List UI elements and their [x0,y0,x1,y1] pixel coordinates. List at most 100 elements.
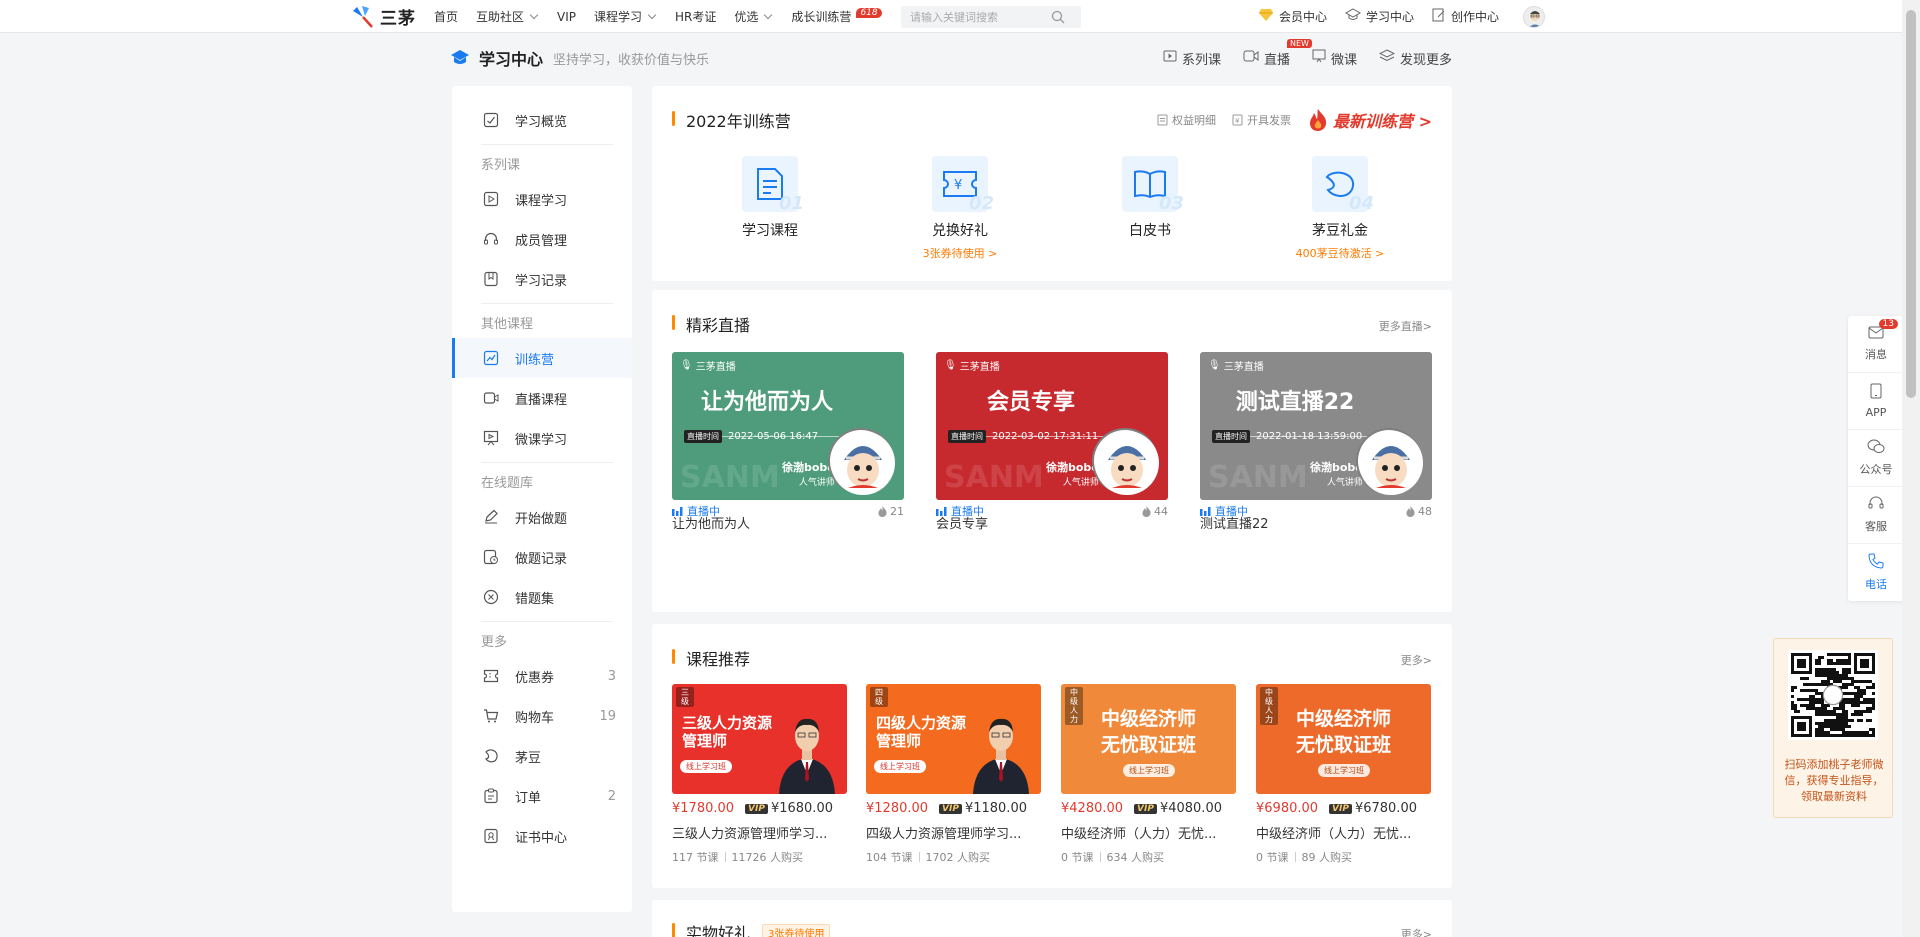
logo[interactable]: 三茅 [350,3,416,29]
fire-icon [1310,109,1327,131]
search-icon[interactable] [1051,10,1065,24]
live-thumbnail[interactable]: 🎙 三茅直播 让为他而为人 直播时间 2022-05-06 16:47 SANM 徐… [672,352,904,500]
feature-sub-link[interactable]: 400茅豆待激活 > [1280,245,1400,261]
live-status[interactable]: 直播中 [1200,503,1248,519]
sidebar-item[interactable]: 茅豆 [452,736,632,776]
float-item[interactable]: 电话 [1848,544,1904,601]
live-status[interactable]: 直播中 [936,503,984,519]
more-gifts-link[interactable]: 更多> [1401,926,1432,937]
course-name[interactable]: 中级经济师（人力）无忧... [1061,823,1236,842]
invoice-link[interactable]: ¥ 开具发票 [1232,112,1291,128]
camp-feature[interactable]: 03 白皮书 [1090,156,1210,240]
course-thumbnail[interactable]: 四级 四级人力资源 管理师 线上学习班 [866,684,1041,794]
feature-sub-link[interactable]: 3张券待使用 > [900,245,1020,261]
course-title: 课程推荐 [672,646,750,670]
sidebar-item[interactable]: 训练营 [452,338,632,378]
course-recommend-card: 课程推荐 更多> 三级 三级人力资源 管理师 线上学习班 ¥1780.00 VIP ¥… [652,624,1452,888]
sidebar-item[interactable]: 优惠券 3 [452,656,632,696]
top-link-label: 创作中心 [1451,10,1500,24]
sidebar-item-label: 茅豆 [515,750,542,766]
user-links: 会员中心 学习中心 创作中心 [1258,0,1546,33]
live-time: 直播时间 2022-01-18 13:59:00 [1212,430,1362,443]
course-thumbnail[interactable]: 三级 三级人力资源 管理师 线上学习班 [672,684,847,794]
nav-link[interactable]: VIP [557,10,576,24]
course-item[interactable]: 四级 四级人力资源 管理师 线上学习班 ¥1280.00 VIP ¥1180.00 四… [866,684,1041,865]
sidebar-item[interactable]: 订单 2 [452,776,632,816]
sidebar-item-label: 成员管理 [515,233,568,249]
sidebar-item[interactable]: 证书中心 [452,816,632,856]
sidebar-item[interactable]: 学习记录 [452,259,632,299]
subheader-link[interactable]: 系列课 [1163,49,1221,68]
subheader-link[interactable]: 微课 [1312,49,1357,68]
float-item[interactable]: 公众号 [1848,430,1904,487]
course-name[interactable]: 中级经济师（人力）无忧... [1256,823,1431,842]
course-item[interactable]: 三级 三级人力资源 管理师 线上学习班 ¥1780.00 VIP ¥1680.00 三… [672,684,847,865]
watermark: SANM [1208,460,1308,495]
search-box[interactable] [901,6,1081,28]
divider [481,621,613,622]
nav-link[interactable]: 成长训练营 618 [791,7,882,25]
headset-icon [1868,496,1884,514]
search-input[interactable] [901,10,1051,24]
sidebar-item-label: 训练营 [515,352,555,368]
course-item[interactable]: 中级人力 中级经济师 无忧取证班 线上学习班 ¥4280.00 VIP ¥4080.0… [1061,684,1236,865]
course-price: ¥1280.00 VIP ¥1180.00 [866,801,1027,816]
course-item[interactable]: 中级人力 中级经济师 无忧取证班 线上学习班 ¥6980.00 VIP ¥6780.0… [1256,684,1431,865]
live-thumbnail[interactable]: 🎙 三茅直播 测试直播22 直播时间 2022-01-18 13:59:00 SAN… [1200,352,1432,500]
live-heat: 21 [878,503,904,519]
nav-link[interactable]: 优选 [734,8,773,25]
qr-code[interactable] [1788,650,1878,740]
sidebar-item[interactable]: 微课学习 [452,418,632,458]
sidebar-item[interactable]: 课程学习 [452,179,632,219]
sidebar-item-label: 证书中心 [515,830,568,846]
avatar[interactable] [1523,5,1546,28]
top-link[interactable]: 学习中心 [1345,8,1414,25]
feature-number: 02 [968,193,994,214]
live-status[interactable]: 直播中 [672,503,720,519]
more-live-link[interactable]: 更多直播> [1379,318,1432,334]
top-link[interactable]: 会员中心 [1258,8,1327,25]
sidebar-item[interactable]: 直播课程 [452,378,632,418]
float-item-label: APP [1865,406,1887,419]
sidebar-item-overview[interactable]: 学习概览 [452,100,632,140]
more-courses-link[interactable]: 更多> [1401,652,1432,668]
camp-feature[interactable]: ¥02 兑换好礼 3张券待使用 > [900,156,1020,261]
live-thumbnail[interactable]: 🎙 三茅直播 会员专享 直播时间 2022-03-02 17:31:11 SANM … [936,352,1168,500]
sidebar-item[interactable]: 购物车 19 [452,696,632,736]
nav-link[interactable]: 首页 [434,8,458,25]
chevron-down-icon [529,10,539,20]
divider [481,144,613,145]
camera-icon [483,390,499,406]
feature-number: 01 [778,193,804,214]
page-scrollbar[interactable] [1902,0,1920,937]
coupon-icon [483,668,499,684]
float-item[interactable]: APP [1848,373,1904,430]
float-item[interactable]: 客服 [1848,487,1904,544]
sidebar-item[interactable]: 做题记录 [452,537,632,577]
float-item[interactable]: 消息 13 [1848,316,1904,373]
nav-link[interactable]: 课程学习 [594,8,657,25]
camp-feature[interactable]: 01 学习课程 [710,156,830,240]
nav-link[interactable]: 互助社区 [476,8,539,25]
benefits-link[interactable]: 权益明细 [1157,112,1216,128]
course-name[interactable]: 四级人力资源管理师学习... [866,823,1041,842]
sidebar-item-label: 学习概览 [515,114,568,130]
feature-number: 03 [1158,193,1184,214]
sidebar-item-label: 购物车 [515,710,555,726]
course-thumbnail[interactable]: 中级人力 中级经济师 无忧取证班 线上学习班 [1061,684,1236,794]
camp-feature[interactable]: 04 茅豆礼金 400茅豆待激活 > [1280,156,1400,261]
top-link[interactable]: 创作中心 [1432,8,1499,25]
course-thumbnail[interactable]: 中级人力 中级经济师 无忧取证班 线上学习班 [1256,684,1431,794]
subheader-link[interactable]: 直播 NEW [1243,38,1312,68]
nav-link[interactable]: HR考证 [675,8,716,25]
main-nav: 首页 互助社区 VIP 课程学习 HR考证 优选 成长训练营 618 [434,0,882,33]
newest-camp-link[interactable]: 最新训练营 > [1307,108,1432,132]
scrollbar-thumb[interactable] [1906,10,1916,398]
course-name[interactable]: 三级人力资源管理师学习... [672,823,847,842]
sidebar-item[interactable]: 开始做题 [452,497,632,537]
sidebar-item[interactable]: 成员管理 [452,219,632,259]
telephone-icon [1868,553,1884,572]
flame-icon [1142,505,1151,517]
subheader-link[interactable]: 发现更多 [1378,49,1452,68]
sidebar-item[interactable]: 错题集 [452,577,632,617]
